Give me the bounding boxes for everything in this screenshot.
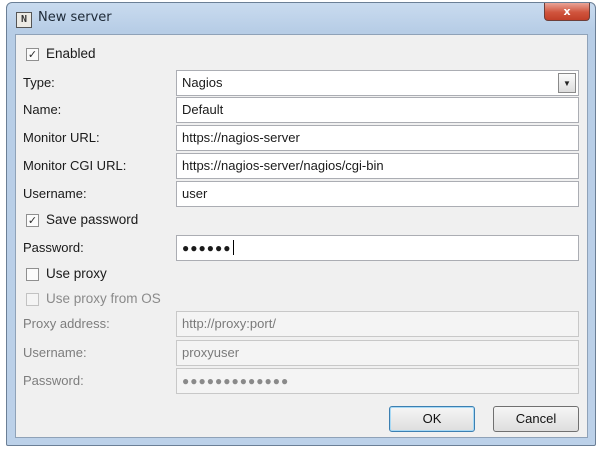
use-proxy-label[interactable]: Use proxy: [46, 266, 107, 281]
type-row: Type: Nagios ▼: [16, 70, 587, 96]
monitor-cgi-url-input[interactable]: https://nagios-server/nagios/cgi-bin: [176, 153, 579, 179]
checkmark-icon: ✓: [27, 214, 38, 227]
close-button[interactable]: x: [544, 3, 590, 21]
name-input[interactable]: Default: [176, 97, 579, 123]
proxy-password-input: ●●●●●●●●●●●●●: [176, 368, 579, 394]
monitor-url-row: Monitor URL: https://nagios-server: [16, 125, 587, 151]
use-proxy-checkbox[interactable]: [26, 268, 39, 281]
nagios-app-icon: N: [16, 12, 32, 28]
save-password-checkbox[interactable]: ✓: [26, 214, 39, 227]
monitor-cgi-url-row: Monitor CGI URL: https://nagios-server/n…: [16, 153, 587, 179]
save-password-label[interactable]: Save password: [46, 212, 138, 227]
dialog-body: ✓ Enabled Type: Nagios ▼ Name: Default M…: [15, 34, 588, 438]
proxy-address-input: http://proxy:port/: [176, 311, 579, 337]
text-cursor: [232, 240, 234, 255]
proxy-password-value: ●●●●●●●●●●●●●: [182, 374, 290, 388]
new-server-dialog: N New server x ✓ Enabled Type: Nagios ▼ …: [6, 2, 596, 446]
type-dropdown[interactable]: Nagios ▼: [176, 70, 579, 96]
username-input[interactable]: user: [176, 181, 579, 207]
name-label: Name:: [23, 102, 62, 117]
enabled-label[interactable]: Enabled: [46, 46, 96, 61]
window-title: New server: [38, 10, 112, 25]
monitor-url-input[interactable]: https://nagios-server: [176, 125, 579, 151]
monitor-url-label: Monitor URL:: [23, 130, 100, 145]
proxy-username-row: Username: proxyuser: [16, 340, 587, 366]
checkmark-icon: ✓: [27, 48, 38, 61]
proxy-password-label: Password:: [23, 373, 84, 388]
password-row: Password: ●●●●●●: [16, 235, 587, 261]
close-icon: x: [563, 5, 571, 18]
proxy-address-row: Proxy address: http://proxy:port/: [16, 311, 587, 337]
monitor-cgi-url-label: Monitor CGI URL:: [23, 158, 127, 173]
password-value: ●●●●●●: [182, 241, 232, 255]
proxy-address-label: Proxy address:: [23, 316, 110, 331]
button-row: OK Cancel: [16, 406, 587, 432]
enabled-row: ✓ Enabled: [16, 43, 587, 69]
chevron-down-icon[interactable]: ▼: [558, 73, 576, 93]
proxy-password-row: Password: ●●●●●●●●●●●●●: [16, 368, 587, 394]
type-label: Type:: [23, 75, 55, 90]
username-row: Username: user: [16, 181, 587, 207]
use-proxy-row: Use proxy: [16, 263, 587, 289]
title-bar[interactable]: N New server x: [7, 3, 595, 33]
proxy-username-input: proxyuser: [176, 340, 579, 366]
save-password-row: ✓ Save password: [16, 209, 587, 235]
ok-button[interactable]: OK: [389, 406, 475, 432]
proxy-username-label: Username:: [23, 345, 87, 360]
use-proxy-from-os-checkbox: [26, 293, 39, 306]
type-value: Nagios: [182, 75, 223, 90]
cancel-button[interactable]: Cancel: [493, 406, 579, 432]
use-proxy-from-os-label: Use proxy from OS: [46, 291, 161, 306]
username-label: Username:: [23, 186, 87, 201]
enabled-checkbox[interactable]: ✓: [26, 48, 39, 61]
password-label: Password:: [23, 240, 84, 255]
password-input[interactable]: ●●●●●●: [176, 235, 579, 261]
name-row: Name: Default: [16, 97, 587, 123]
